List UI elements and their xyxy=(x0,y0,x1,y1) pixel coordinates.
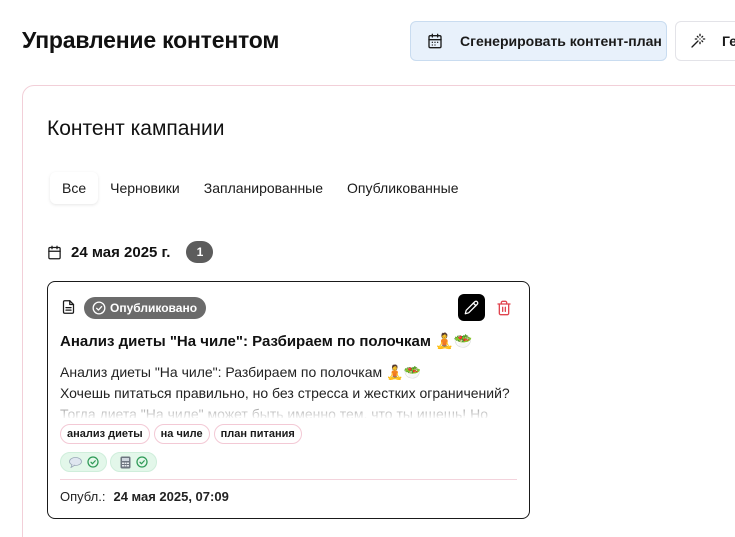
tab-scheduled[interactable]: Запланированные xyxy=(192,172,335,204)
edit-button[interactable] xyxy=(458,294,485,321)
calendar-icon xyxy=(48,245,61,259)
generate-button[interactable]: Ге xyxy=(675,21,735,61)
published-label: Опубл.: xyxy=(60,489,106,504)
post-title: Анализ диеты "На чиле": Разбираем по пол… xyxy=(60,333,473,350)
generate-content-plan-label: Сгенерировать контент-план xyxy=(460,33,662,49)
page-title: Управление контентом xyxy=(22,27,280,53)
generate-label: Ге xyxy=(722,33,735,49)
generate-content-plan-button[interactable]: Сгенерировать контент-план xyxy=(410,21,667,61)
post-card[interactable]: Опубликовано Анализ диеты "На чиле": Раз… xyxy=(47,281,530,519)
tab-published[interactable]: Опубликованные xyxy=(335,172,470,204)
calendar-icon xyxy=(428,33,442,49)
check-circle-icon xyxy=(86,456,99,468)
status-badge: Опубликовано xyxy=(84,297,207,319)
document-icon xyxy=(62,300,75,314)
check-circle-icon xyxy=(92,301,106,315)
channel-chip xyxy=(110,452,157,472)
tag-list: анализ диеты на чиле план питания xyxy=(60,424,302,444)
tab-drafts[interactable]: Черновики xyxy=(98,172,192,204)
divider xyxy=(60,479,517,480)
tag: план питания xyxy=(213,424,302,444)
group-date: 24 мая 2025 г. xyxy=(71,243,171,261)
section-title: Контент кампании xyxy=(47,117,225,140)
tab-all[interactable]: Все xyxy=(50,172,99,204)
post-body-line: Хочешь питаться правильно, но без стресс… xyxy=(60,385,510,401)
pencil-icon xyxy=(464,300,479,315)
tag: на чиле xyxy=(153,424,210,444)
post-body-line: Анализ диеты "На чиле": Разбираем по пол… xyxy=(60,364,421,380)
post-body: Анализ диеты "На чиле": Разбираем по пол… xyxy=(60,362,520,418)
delete-button[interactable] xyxy=(493,297,515,319)
channel-list xyxy=(60,452,157,472)
published-info: Опубл.: 24 мая 2025, 07:09 xyxy=(60,489,229,504)
check-circle-icon xyxy=(135,456,148,468)
magic-wand-icon xyxy=(691,33,706,48)
channel-chip xyxy=(60,452,107,472)
post-body-line: Тогда диета "На чиле" может быть именно … xyxy=(60,406,488,418)
date-group-header: 24 мая 2025 г. 1 xyxy=(47,241,214,263)
calculator-icon xyxy=(120,456,130,468)
tag: анализ диеты xyxy=(60,424,150,444)
speech-bubble-icon xyxy=(68,456,82,468)
published-value: 24 мая 2025, 07:09 xyxy=(113,489,229,504)
status-tabs: Все Черновики Запланированные Опубликова… xyxy=(50,172,470,204)
status-label: Опубликовано xyxy=(110,301,198,315)
post-count-badge: 1 xyxy=(186,241,214,263)
trash-icon xyxy=(497,300,511,316)
